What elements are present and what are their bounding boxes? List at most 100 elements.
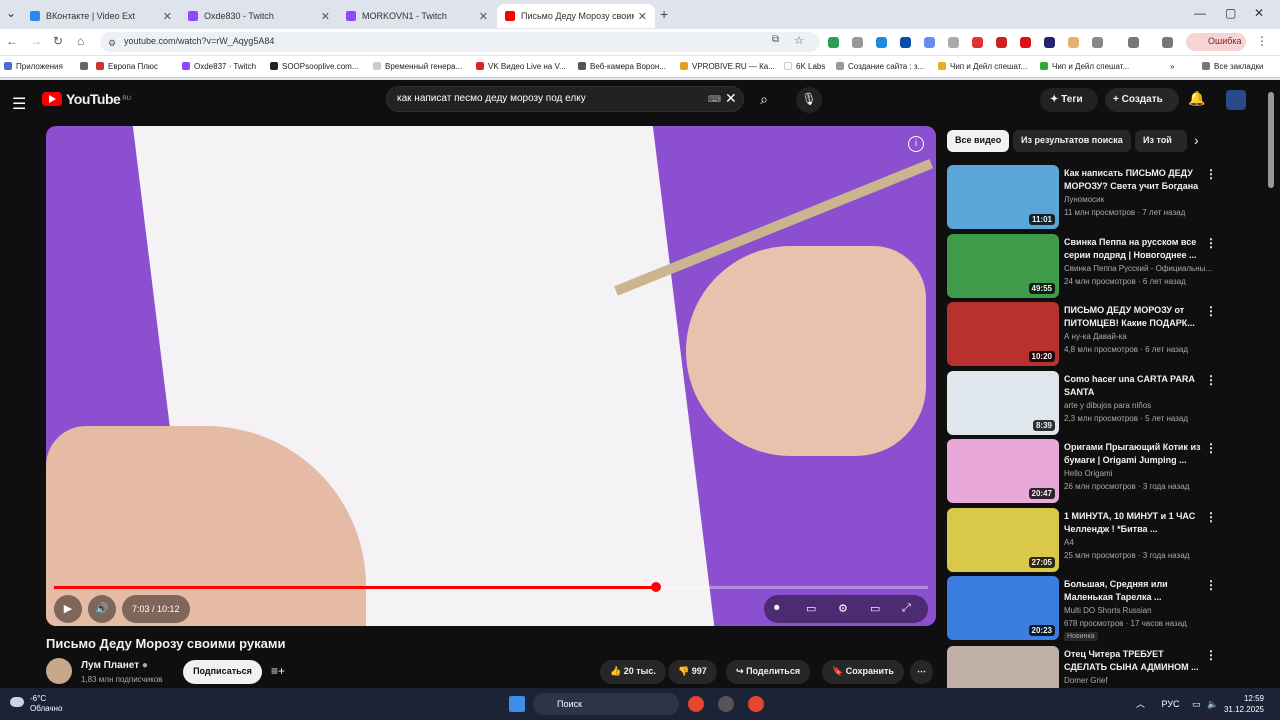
info-icon[interactable]: i bbox=[908, 136, 924, 152]
kebab-menu-icon[interactable]: ⋮ bbox=[1205, 167, 1217, 181]
scrollbar-thumb[interactable] bbox=[1268, 92, 1274, 188]
dislike-button[interactable]: 👎 997 bbox=[668, 660, 717, 684]
video-thumbnail[interactable]: 20:23 bbox=[947, 576, 1059, 640]
channel-name[interactable]: Лум Планет ● bbox=[81, 660, 148, 671]
forward-icon[interactable]: → bbox=[30, 34, 42, 48]
rec-title[interactable]: Свинка Пеппа на русском все серии подряд… bbox=[1064, 236, 1202, 262]
volume-icon[interactable]: 🔊 bbox=[88, 595, 116, 623]
address-bar[interactable]: youtube.com/watch?v=rW_Aqyg5A84 bbox=[100, 32, 820, 52]
rec-title[interactable]: Как написать ПИСЬМО ДЕДУ МОРОЗУ? Света у… bbox=[1064, 167, 1202, 193]
video-thumbnail[interactable] bbox=[947, 646, 1059, 688]
progress-bar[interactable] bbox=[54, 582, 928, 592]
more-actions-button[interactable]: ⋯ bbox=[910, 660, 933, 684]
video-thumbnail[interactable]: 11:01 bbox=[947, 165, 1059, 229]
more-menu-icon[interactable]: ⋮ bbox=[1256, 34, 1268, 48]
theater-mode-icon[interactable]: ▭ bbox=[870, 602, 880, 615]
chrome-icon[interactable] bbox=[688, 696, 704, 712]
close-window-icon[interactable]: ✕ bbox=[1254, 6, 1264, 20]
tab-twitch-1[interactable]: Oxde830 - Twitch ✕ bbox=[180, 4, 338, 28]
extension-icon[interactable] bbox=[1020, 37, 1031, 48]
rec-channel[interactable]: Свинка Пеппа Русский - Официальны... bbox=[1064, 264, 1214, 273]
extension-icon[interactable] bbox=[900, 37, 911, 48]
voice-search-button[interactable]: 🎙 bbox=[796, 87, 822, 113]
list-item[interactable]: 20:47 Оригами Прыгающий Котик из бумаги … bbox=[947, 439, 1257, 503]
site-info-icon[interactable]: ⚙ bbox=[108, 38, 116, 49]
network-icon[interactable]: ▭ bbox=[1192, 699, 1201, 709]
bookmark-item[interactable]: Европа Плюс bbox=[96, 62, 158, 71]
list-item[interactable]: 10:20 ПИСЬМО ДЕДУ МОРОЗУ от ПИТОМЦЕВ! Ка… bbox=[947, 302, 1257, 366]
kebab-menu-icon[interactable]: ⋮ bbox=[1205, 236, 1217, 250]
extension-icon[interactable] bbox=[948, 37, 959, 48]
close-tab-icon[interactable]: ✕ bbox=[321, 10, 330, 23]
bookmark-item[interactable]: Чип и Дейл спешат... bbox=[1040, 62, 1129, 71]
chip-from-search[interactable]: Из результатов поиска bbox=[1013, 130, 1131, 152]
video-thumbnail[interactable]: 10:20 bbox=[947, 302, 1059, 366]
windows-start-icon[interactable] bbox=[509, 696, 525, 712]
subscribe-button[interactable]: Подписаться bbox=[183, 660, 262, 684]
kebab-menu-icon[interactable]: ⋮ bbox=[1205, 304, 1217, 318]
play-button[interactable]: ▶ bbox=[54, 595, 82, 623]
rec-title[interactable]: Отец Читера ТРЕБУЕТ СДЕЛАТЬ СЫНА АДМИНОМ… bbox=[1064, 648, 1202, 674]
rec-channel[interactable]: Domer Grief bbox=[1064, 676, 1214, 685]
search-input[interactable]: как написат песмо деду морозу под елку bbox=[386, 86, 744, 112]
list-item[interactable]: 49:55 Свинка Пеппа на русском все серии … bbox=[947, 234, 1257, 298]
home-icon[interactable]: ⌂ bbox=[77, 34, 84, 48]
rec-title[interactable]: Большая, Средняя или Маленькая Тарелка .… bbox=[1064, 578, 1202, 604]
bookmark-item[interactable]: Чип и Дейл спешат... bbox=[938, 62, 1027, 71]
video-player[interactable]: i ▶ 🔊 7:03 / 10:12 ⏺ ▭ ⚙ ▭ ⤢ bbox=[46, 126, 936, 626]
system-clock[interactable]: 12:59 31.12.2025 bbox=[1218, 693, 1264, 715]
hamburger-menu-icon[interactable]: ☰ bbox=[12, 94, 26, 114]
notifications-bell-icon[interactable]: 🔔 bbox=[1188, 90, 1205, 107]
extensions-puzzle-icon[interactable] bbox=[1092, 37, 1103, 48]
close-tab-icon[interactable]: ✕ bbox=[479, 10, 488, 23]
settings-gear-icon[interactable]: ⚙ bbox=[838, 602, 848, 615]
extension-icon[interactable] bbox=[924, 37, 935, 48]
bookmark-item[interactable]: Создание сайта : з... bbox=[836, 62, 924, 71]
profile-error-button[interactable]: Ошибка bbox=[1186, 33, 1246, 51]
back-icon[interactable]: ← bbox=[6, 34, 18, 48]
extension-icon[interactable] bbox=[876, 37, 887, 48]
extension-icon[interactable] bbox=[852, 37, 863, 48]
rec-title[interactable]: Оригами Прыгающий Котик из бумаги | Orig… bbox=[1064, 441, 1202, 467]
chip-all-videos[interactable]: Все видео bbox=[947, 130, 1010, 152]
new-tab-icon[interactable]: + bbox=[660, 6, 668, 22]
video-thumbnail[interactable]: 20:47 bbox=[947, 439, 1059, 503]
maximize-icon[interactable]: ▢ bbox=[1225, 6, 1236, 20]
youtube-logo[interactable]: YouTube RU bbox=[42, 91, 131, 107]
search-button[interactable]: ⌕ bbox=[748, 87, 780, 113]
extension-icon[interactable] bbox=[972, 37, 983, 48]
bookmark-item[interactable]: VPROBIVE.RU — Ка... bbox=[680, 62, 775, 71]
keyboard-icon[interactable]: ⌨ bbox=[708, 94, 721, 105]
tab-youtube[interactable]: Письмо Деду Морозу своими ✕ bbox=[497, 4, 655, 28]
video-thumbnail[interactable]: 27:05 bbox=[947, 508, 1059, 572]
fullscreen-icon[interactable]: ⤢ bbox=[902, 602, 911, 615]
list-item[interactable]: Отец Читера ТРЕБУЕТ СДЕЛАТЬ СЫНА АДМИНОМ… bbox=[947, 646, 1257, 688]
all-bookmarks[interactable]: Все закладки bbox=[1202, 62, 1263, 71]
rec-title[interactable]: ПИСЬМО ДЕДУ МОРОЗУ от ПИТОМЦЕВ! Какие ПО… bbox=[1064, 304, 1202, 330]
kebab-menu-icon[interactable]: ⋮ bbox=[1205, 510, 1217, 524]
autoplay-toggle-icon[interactable]: ⏺ bbox=[774, 602, 780, 615]
tab-twitch-2[interactable]: MORKOVN1 - Twitch ✕ bbox=[338, 4, 496, 28]
bookmark-item[interactable]: Oxde837 · Twitch bbox=[182, 62, 256, 71]
rec-channel[interactable]: Hello Origami bbox=[1064, 469, 1214, 478]
clear-search-icon[interactable]: ✕ bbox=[725, 90, 737, 107]
reload-icon[interactable]: ↻ bbox=[53, 34, 63, 48]
tags-button[interactable]: ✦ Теги bbox=[1040, 88, 1098, 112]
save-button[interactable]: 🔖 Сохранить bbox=[822, 660, 904, 684]
speaker-icon[interactable]: 🔈 bbox=[1207, 699, 1218, 709]
minimize-icon[interactable]: — bbox=[1194, 6, 1206, 20]
tab-groups-icon[interactable] bbox=[80, 62, 90, 71]
extension-icon[interactable] bbox=[828, 37, 839, 48]
kebab-menu-icon[interactable]: ⋮ bbox=[1205, 578, 1217, 592]
reading-list-icon[interactable] bbox=[1162, 37, 1173, 48]
add-to-playlist-icon[interactable]: ≡+ bbox=[271, 664, 285, 678]
install-app-icon[interactable]: ⧉ bbox=[772, 34, 779, 45]
chrome-icon[interactable] bbox=[748, 696, 764, 712]
bookmarks-overflow-icon[interactable]: » bbox=[1170, 62, 1174, 71]
list-item[interactable]: 20:23 Большая, Средняя или Маленькая Тар… bbox=[947, 576, 1257, 641]
rec-title[interactable]: Como hacer una CARTA PARA SANTA bbox=[1064, 373, 1202, 399]
obs-icon[interactable] bbox=[718, 696, 734, 712]
channel-avatar[interactable] bbox=[46, 658, 72, 684]
tab-list-icon[interactable]: ⌄ bbox=[6, 6, 16, 20]
rec-channel[interactable]: Multi DO Shorts Russian bbox=[1064, 606, 1214, 615]
